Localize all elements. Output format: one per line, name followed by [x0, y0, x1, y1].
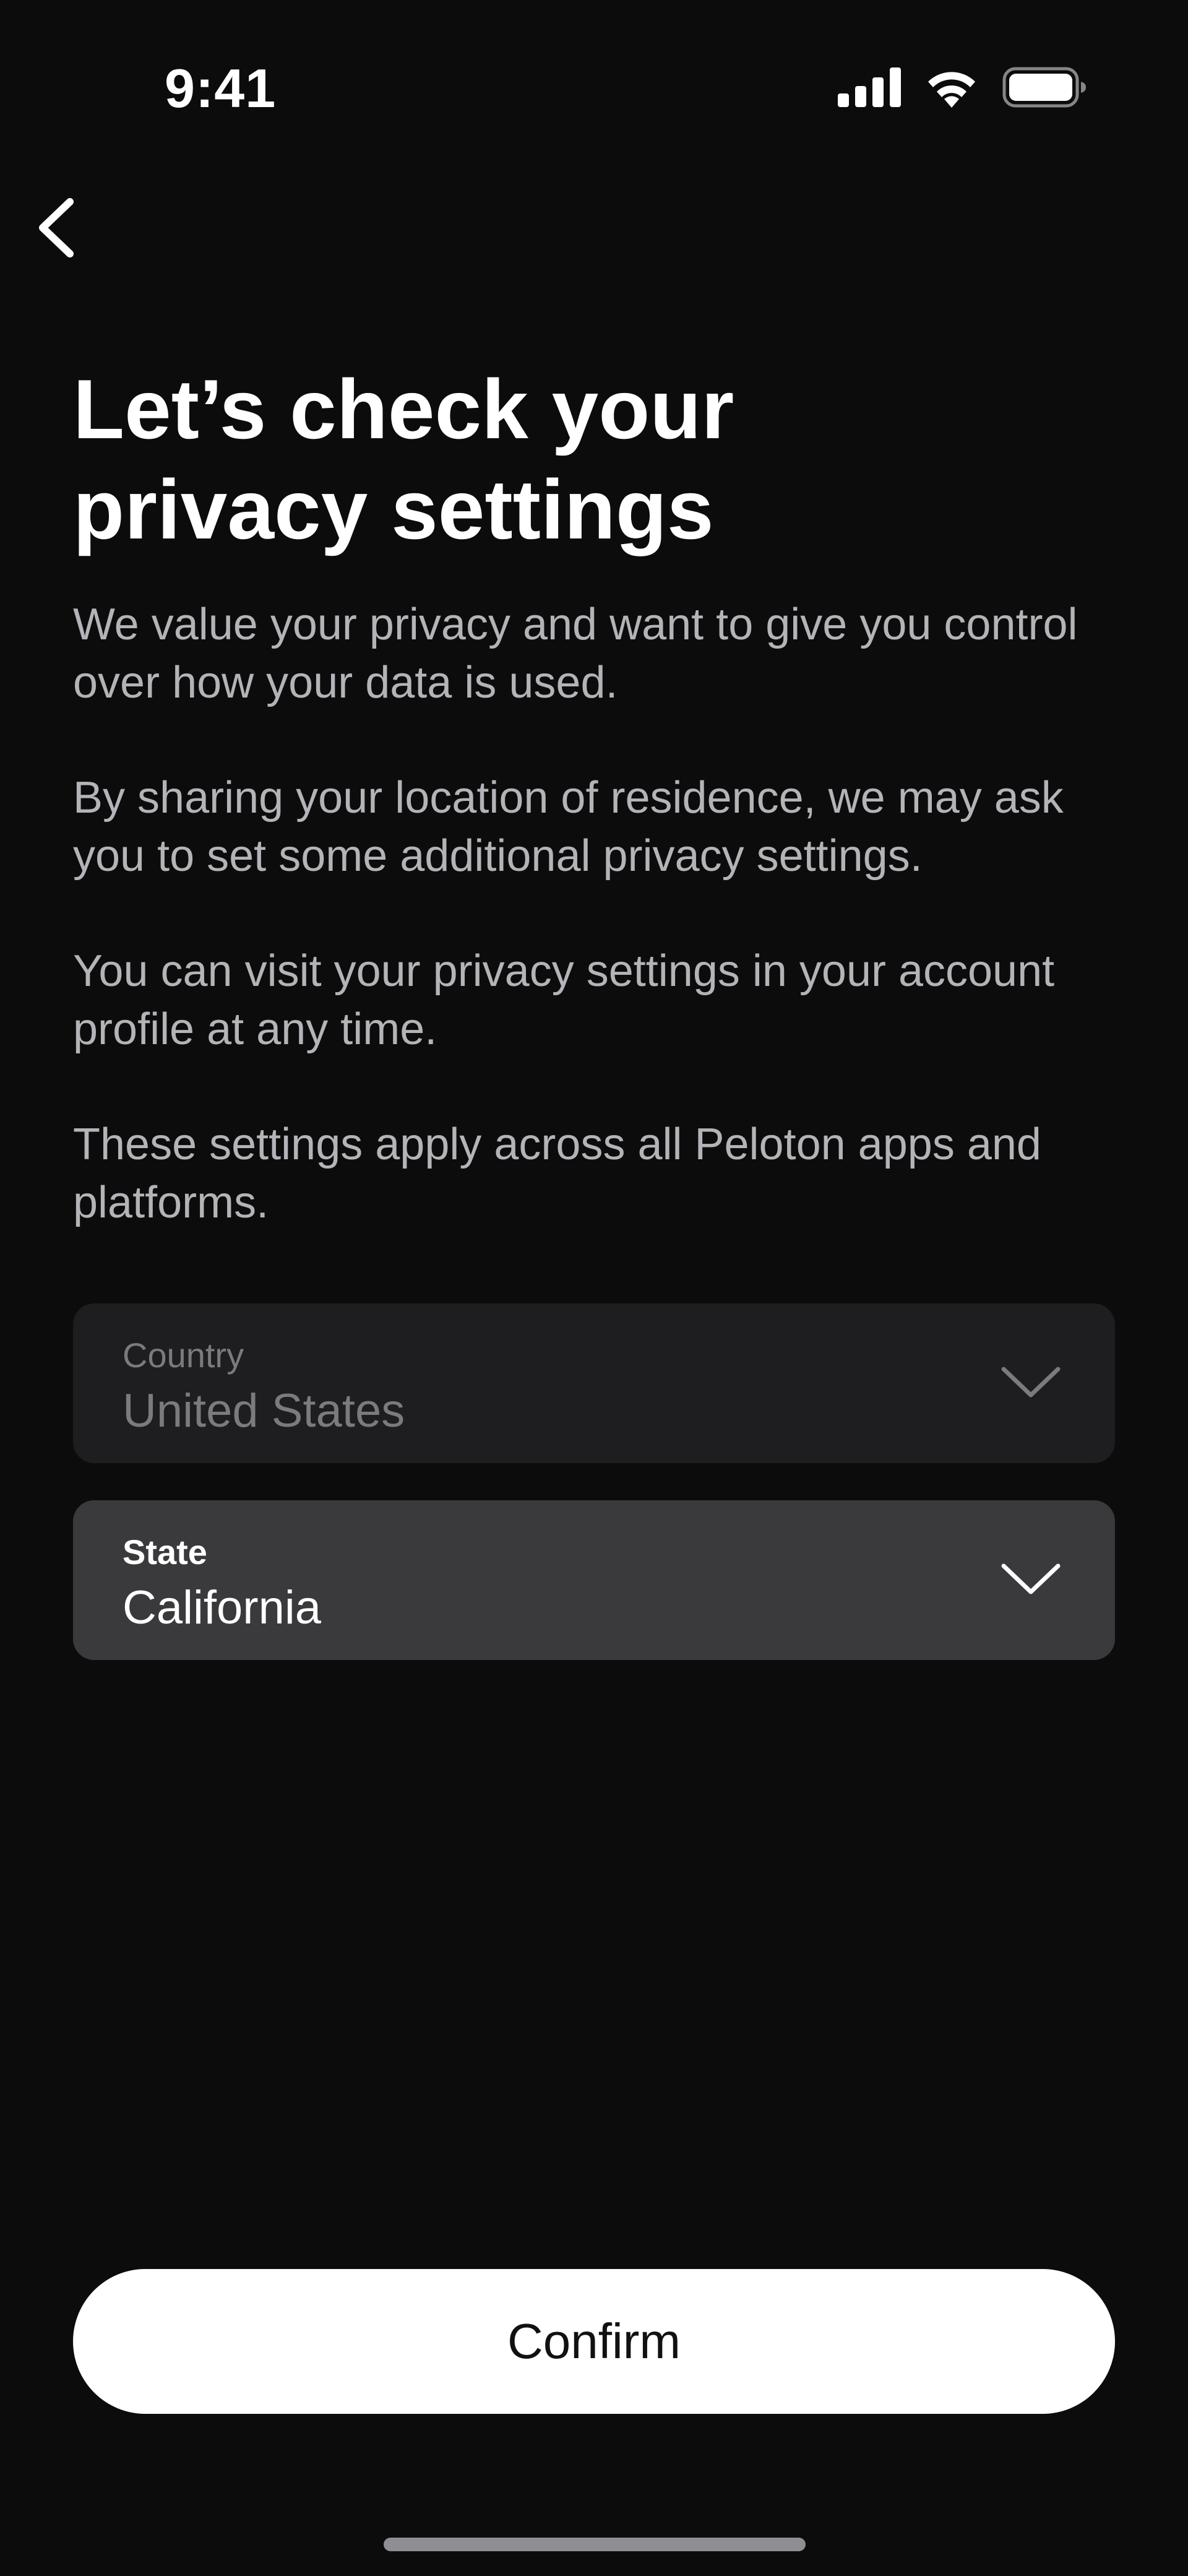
confirm-button[interactable]: Confirm: [73, 2269, 1115, 2414]
status-icons: [838, 67, 1087, 111]
chevron-down-icon: [1000, 1360, 1062, 1404]
wifi-icon: [923, 67, 980, 111]
status-time: 9:41: [165, 58, 277, 119]
state-select[interactable]: State California: [73, 1500, 1115, 1660]
back-button[interactable]: [19, 192, 93, 266]
cellular-signal-icon: [838, 67, 901, 110]
chevron-down-icon: [1000, 1557, 1062, 1601]
home-indicator: [384, 2538, 806, 2551]
privacy-intro-text: We value your privacy and want to give y…: [73, 600, 1078, 707]
country-select[interactable]: Country United States: [73, 1303, 1115, 1463]
status-bar: 9:41: [0, 0, 1188, 142]
page-title-line1: Let’s check your: [73, 362, 734, 456]
state-value: California: [123, 1581, 322, 1634]
country-label: Country: [123, 1336, 244, 1375]
location-sharing-text: By sharing your location of residence, w…: [73, 773, 1064, 881]
chevron-left-icon: [34, 197, 77, 262]
page-title: Let’s check your privacy settings: [73, 359, 1125, 560]
battery-icon: [1002, 67, 1087, 111]
state-label: State: [123, 1532, 207, 1571]
page-title-line2: privacy settings: [73, 462, 714, 556]
platforms-text: These settings apply across all Peloton …: [73, 1120, 1041, 1227]
country-value: United States: [123, 1385, 405, 1437]
profile-settings-text: You can visit your privacy settings in y…: [73, 946, 1055, 1054]
